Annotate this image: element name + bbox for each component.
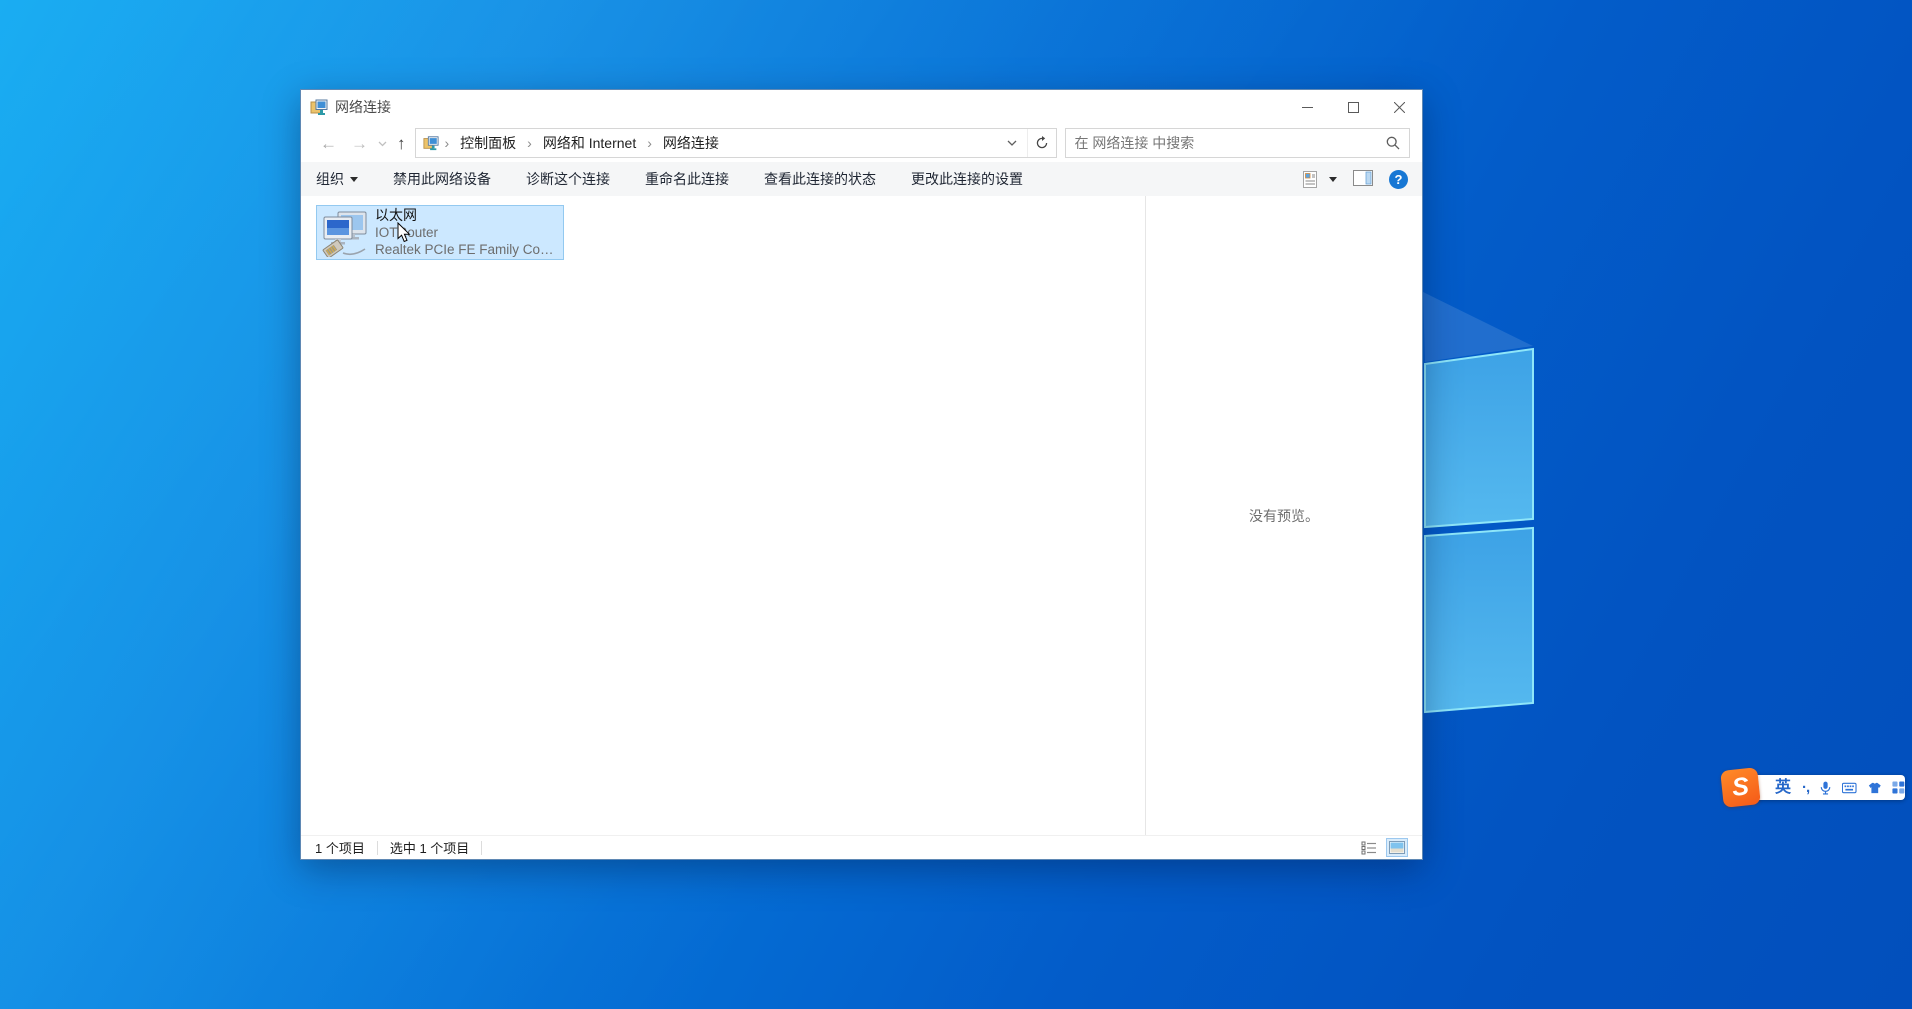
breadcrumb-network-internet[interactable]: 网络和 Internet: [534, 133, 645, 153]
view-connection-status-button[interactable]: 查看此连接的状态: [763, 169, 877, 189]
chevron-down-icon: [1007, 140, 1017, 147]
title-bar[interactable]: 网络连接: [301, 90, 1422, 124]
chevron-down-icon: [378, 141, 387, 147]
ime-language-toggle[interactable]: 英: [1775, 780, 1791, 796]
up-button[interactable]: ↑: [390, 135, 415, 152]
details-view-button[interactable]: [1358, 838, 1380, 857]
change-connection-settings-button[interactable]: 更改此连接的设置: [910, 169, 1024, 189]
refresh-icon: [1035, 136, 1049, 150]
status-separator: [377, 841, 378, 855]
ethernet-adapter-item[interactable]: 以太网 IOTRouter Realtek PCIe FE Family Con…: [316, 205, 564, 260]
ime-logo[interactable]: S: [1720, 767, 1761, 808]
preview-pane-button[interactable]: [1353, 170, 1373, 189]
diagnose-connection-button[interactable]: 诊断这个连接: [525, 169, 611, 189]
view-options-icon: [1303, 171, 1322, 188]
close-button[interactable]: [1376, 90, 1422, 124]
chevron-down-icon: [1329, 177, 1337, 182]
breadcrumb-separator: ›: [525, 135, 534, 151]
preview-pane: 没有预览。: [1145, 196, 1422, 835]
microphone-icon[interactable]: [1820, 780, 1831, 796]
address-bar[interactable]: › 控制面板 › 网络和 Internet › 网络连接: [415, 128, 1057, 158]
ime-punctuation-toggle[interactable]: ·,: [1802, 780, 1809, 795]
keyboard-icon[interactable]: [1842, 782, 1856, 794]
selected-count: 选中 1 个项目: [390, 838, 469, 857]
network-connections-window: 网络连接 ← → ↑: [300, 89, 1423, 860]
minimize-icon: [1302, 102, 1313, 113]
details-view-icon: [1361, 841, 1377, 855]
disable-device-button[interactable]: 禁用此网络设备: [392, 169, 492, 189]
status-bar: 1 个项目 选中 1 个项目: [301, 835, 1422, 859]
recent-locations-button[interactable]: [375, 134, 390, 152]
status-separator: [481, 841, 482, 855]
forward-button[interactable]: →: [344, 135, 375, 152]
help-button[interactable]: ?: [1389, 170, 1408, 189]
large-icons-view-icon: [1389, 841, 1405, 854]
search-icon[interactable]: [1386, 136, 1400, 150]
organize-menu-button[interactable]: 组织: [315, 169, 359, 189]
large-icons-view-button[interactable]: [1386, 838, 1408, 857]
command-bar: 组织 禁用此网络设备 诊断这个连接 重命名此连接 查看此连接的状态 更改此连接的…: [301, 162, 1422, 196]
breadcrumb-control-panel[interactable]: 控制面板: [451, 133, 525, 153]
search-placeholder: 在 网络连接 中搜索: [1075, 133, 1195, 153]
refresh-button[interactable]: [1027, 129, 1056, 157]
mouse-cursor: [397, 222, 411, 243]
connection-device: Realtek PCIe FE Family Control...: [375, 241, 559, 258]
address-location-icon: [423, 135, 439, 151]
breadcrumb-separator: ›: [443, 135, 452, 151]
breadcrumb-separator: ›: [645, 135, 654, 151]
chevron-down-icon: [350, 177, 358, 182]
close-icon: [1394, 102, 1405, 113]
file-list-area[interactable]: 以太网 IOTRouter Realtek PCIe FE Family Con…: [301, 196, 1422, 835]
ime-toolbar[interactable]: S 英 ·,: [1745, 775, 1905, 800]
navigation-bar: ← → ↑ › 控制面板 › 网络和 Internet › 网络连接: [301, 124, 1422, 162]
rename-connection-button[interactable]: 重命名此连接: [644, 169, 730, 189]
back-button[interactable]: ←: [313, 135, 344, 152]
maximize-icon: [1348, 102, 1359, 113]
network-connections-icon: [310, 98, 328, 116]
items-count: 1 个项目: [315, 838, 365, 857]
preview-pane-icon: [1353, 170, 1373, 186]
window-title: 网络连接: [335, 97, 391, 117]
desktop: 网络连接 ← → ↑: [0, 0, 1912, 1009]
preview-empty-text: 没有预览。: [1249, 506, 1319, 526]
breadcrumb-network-connections[interactable]: 网络连接: [654, 133, 728, 153]
toolbox-grid-icon[interactable]: [1892, 780, 1905, 795]
address-dropdown-button[interactable]: [998, 129, 1027, 157]
organize-label: 组织: [316, 169, 344, 189]
skin-shirt-icon[interactable]: [1868, 781, 1882, 795]
search-input[interactable]: 在 网络连接 中搜索: [1065, 128, 1410, 158]
minimize-button[interactable]: [1284, 90, 1330, 124]
change-view-button[interactable]: [1303, 171, 1337, 188]
ethernet-adapter-icon: [321, 209, 369, 257]
maximize-button[interactable]: [1330, 90, 1376, 124]
